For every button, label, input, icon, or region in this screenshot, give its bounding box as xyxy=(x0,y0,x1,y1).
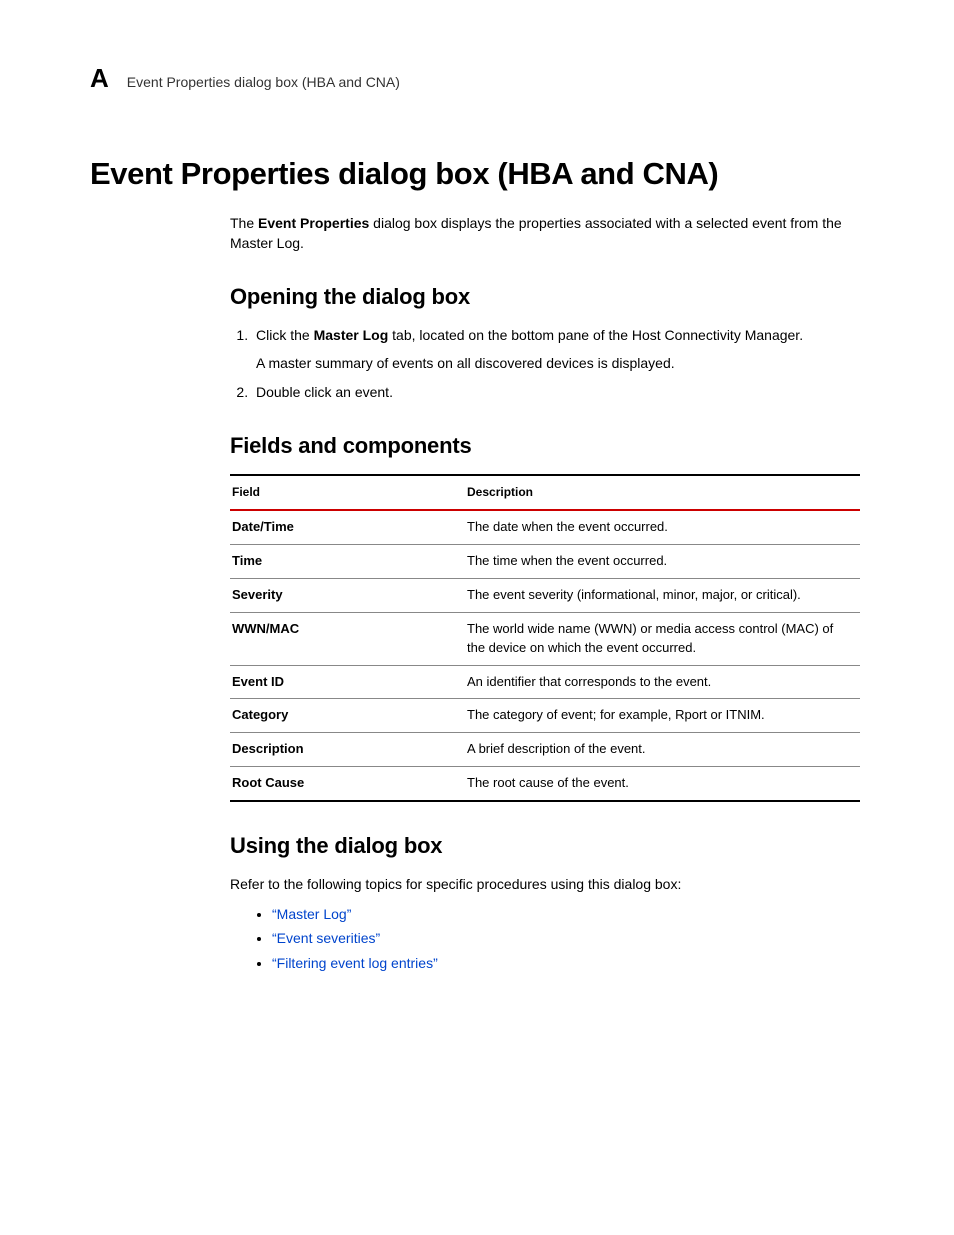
table-row: Date/Time The date when the event occurr… xyxy=(230,510,860,544)
field-name: Category xyxy=(230,699,465,733)
step-1-bold: Master Log xyxy=(314,327,389,343)
link-filtering-entries[interactable]: “Filtering event log entries” xyxy=(272,955,438,971)
step-2-text: Double click an event. xyxy=(256,384,393,400)
field-desc: The date when the event occurred. xyxy=(465,510,860,544)
related-links-list: “Master Log” “Event severities” “Filteri… xyxy=(230,904,874,973)
section-heading-using: Using the dialog box xyxy=(230,830,874,862)
field-desc: The root cause of the event. xyxy=(465,767,860,801)
col-header-description: Description xyxy=(465,475,860,510)
col-header-field: Field xyxy=(230,475,465,510)
link-master-log[interactable]: “Master Log” xyxy=(272,906,351,922)
field-name: Description xyxy=(230,733,465,767)
page: A Event Properties dialog box (HBA and C… xyxy=(0,0,954,1235)
step-1-prefix: Click the xyxy=(256,327,314,343)
intro-bold-term: Event Properties xyxy=(258,215,369,231)
table-row: Event ID An identifier that corresponds … xyxy=(230,665,860,699)
list-item: “Event severities” xyxy=(272,928,874,948)
field-desc: An identifier that corresponds to the ev… xyxy=(465,665,860,699)
field-name: WWN/MAC xyxy=(230,612,465,665)
table-row: Description A brief description of the e… xyxy=(230,733,860,767)
fields-table: Field Description Date/Time The date whe… xyxy=(230,474,860,802)
page-title: Event Properties dialog box (HBA and CNA… xyxy=(90,152,874,197)
table-row: Severity The event severity (information… xyxy=(230,578,860,612)
table-row: WWN/MAC The world wide name (WWN) or med… xyxy=(230,612,860,665)
table-header-row: Field Description xyxy=(230,475,860,510)
list-item: “Filtering event log entries” xyxy=(272,953,874,973)
field-desc: A brief description of the event. xyxy=(465,733,860,767)
field-name: Date/Time xyxy=(230,510,465,544)
appendix-letter: A xyxy=(90,60,109,98)
field-desc: The time when the event occurred. xyxy=(465,545,860,579)
running-header-title: Event Properties dialog box (HBA and CNA… xyxy=(127,72,400,92)
step-1-sub: A master summary of events on all discov… xyxy=(256,353,874,373)
field-desc: The event severity (informational, minor… xyxy=(465,578,860,612)
field-name: Severity xyxy=(230,578,465,612)
table-row: Category The category of event; for exam… xyxy=(230,699,860,733)
field-desc: The world wide name (WWN) or media acces… xyxy=(465,612,860,665)
opening-steps-list: Click the Master Log tab, located on the… xyxy=(230,325,874,402)
intro-paragraph: The Event Properties dialog box displays… xyxy=(230,213,874,254)
section-heading-fields: Fields and components xyxy=(230,430,874,462)
field-name: Event ID xyxy=(230,665,465,699)
step-1-suffix: tab, located on the bottom pane of the H… xyxy=(388,327,803,343)
running-header: A Event Properties dialog box (HBA and C… xyxy=(90,60,874,98)
table-row: Root Cause The root cause of the event. xyxy=(230,767,860,801)
field-desc: The category of event; for example, Rpor… xyxy=(465,699,860,733)
intro-prefix: The xyxy=(230,215,258,231)
section-heading-opening: Opening the dialog box xyxy=(230,281,874,313)
field-name: Time xyxy=(230,545,465,579)
using-intro: Refer to the following topics for specif… xyxy=(230,874,874,894)
field-name: Root Cause xyxy=(230,767,465,801)
step-2: Double click an event. xyxy=(252,382,874,402)
link-event-severities[interactable]: “Event severities” xyxy=(272,930,380,946)
table-row: Time The time when the event occurred. xyxy=(230,545,860,579)
list-item: “Master Log” xyxy=(272,904,874,924)
step-1: Click the Master Log tab, located on the… xyxy=(252,325,874,374)
